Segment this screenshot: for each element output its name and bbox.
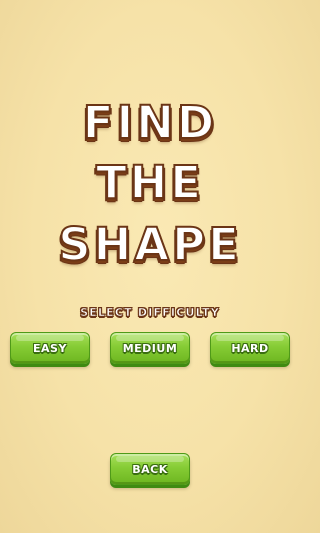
hard-button-label: HARD [231, 341, 269, 355]
title-line-find: FIND [82, 96, 218, 149]
medium-button[interactable]: MEDIUM [110, 332, 190, 364]
back-button-label: BACK [132, 462, 168, 476]
back-button[interactable]: BACK [110, 453, 190, 485]
hard-button[interactable]: HARD [210, 332, 290, 364]
title-line-the: THE [95, 156, 205, 209]
game-menu-screen: FIND THE SHAPE SELECT DIFFICULTY EASY ME… [0, 0, 300, 533]
select-difficulty-label: SELECT DIFFICULTY [80, 306, 220, 320]
title-line-shape: SHAPE [57, 218, 242, 271]
easy-button-label: EASY [33, 341, 67, 355]
medium-button-label: MEDIUM [122, 341, 178, 355]
easy-button[interactable]: EASY [10, 332, 90, 364]
